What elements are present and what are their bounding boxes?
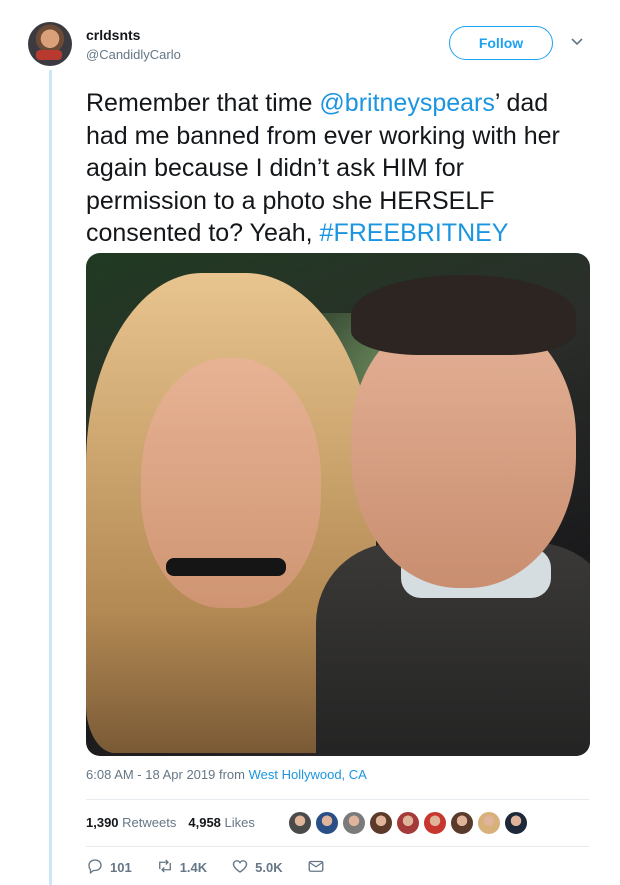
- tweet-timestamp: 6:08 AM - 18 Apr 2019 from West Hollywoo…: [86, 767, 367, 782]
- liker-avatar[interactable]: [342, 811, 366, 835]
- divider: [86, 846, 589, 847]
- follow-button[interactable]: Follow: [449, 26, 553, 60]
- liker-avatar[interactable]: [396, 811, 420, 835]
- retweet-icon: [156, 857, 174, 878]
- likes-stat[interactable]: 4,958 Likes: [188, 815, 255, 830]
- liker-avatar[interactable]: [369, 811, 393, 835]
- liker-avatars[interactable]: [288, 811, 528, 835]
- dm-button[interactable]: [307, 857, 325, 878]
- liker-avatar[interactable]: [288, 811, 312, 835]
- mention-link[interactable]: @britneyspears: [319, 89, 494, 117]
- user-handle[interactable]: @CandidlyCarlo: [86, 47, 181, 62]
- dm-envelope-icon: [307, 857, 325, 878]
- tweet-text: Remember that time @britneyspears’ dad h…: [86, 89, 560, 247]
- like-button[interactable]: 5.0K: [231, 857, 283, 878]
- thread-line: [49, 70, 52, 885]
- avatar[interactable]: [28, 22, 72, 66]
- retweet-button[interactable]: 1.4K: [156, 857, 207, 878]
- hashtag-link[interactable]: #FREEBRITNEY: [320, 219, 509, 247]
- retweets-stat[interactable]: 1,390 Retweets: [86, 815, 176, 830]
- liker-avatar[interactable]: [504, 811, 528, 835]
- divider: [86, 799, 589, 800]
- reply-button[interactable]: 101: [86, 857, 132, 878]
- chevron-down-icon[interactable]: [570, 34, 584, 48]
- engagement-stats: 1,390 Retweets 4,958 Likes: [86, 815, 255, 830]
- heart-icon: [231, 857, 249, 878]
- tweet-actions: 101 1.4K 5.0K: [86, 857, 349, 878]
- tweet-photo[interactable]: [86, 253, 590, 756]
- location-link[interactable]: West Hollywood, CA: [249, 767, 367, 782]
- liker-avatar[interactable]: [315, 811, 339, 835]
- display-name[interactable]: crldsnts: [86, 27, 140, 43]
- reply-icon: [86, 857, 104, 878]
- liker-avatar[interactable]: [423, 811, 447, 835]
- liker-avatar[interactable]: [450, 811, 474, 835]
- liker-avatar[interactable]: [477, 811, 501, 835]
